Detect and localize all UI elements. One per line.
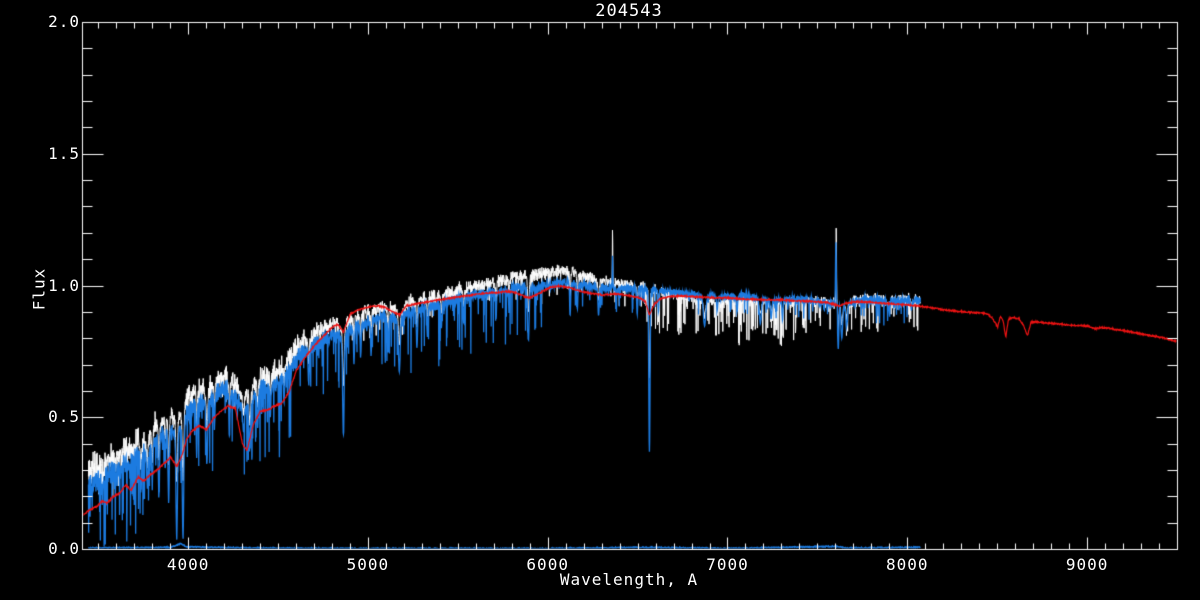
x-tick-label: 7000 [706,555,749,574]
x-tick-label: 9000 [1065,555,1109,574]
y-tick-label: 0.0 [48,539,80,558]
plot-title: 204543 [595,1,663,21]
x-axis-label: Wavelength, A [559,570,699,589]
spectrum-canvas [0,0,1200,600]
x-tick-label: 5000 [346,555,390,574]
x-tick-label: 4000 [166,555,210,574]
y-tick-label: 2.0 [48,12,80,31]
x-tick-label: 8000 [886,555,929,574]
y-tick-label: 0.5 [48,407,80,427]
y-tick-label: 1.5 [48,143,80,163]
x-tick-label: 6000 [526,555,569,574]
y-tick-label: 1.0 [48,275,80,295]
spectrum-plot: 204543 Wavelength, A Flux 4000 5000 6000 70… [0,0,1200,600]
